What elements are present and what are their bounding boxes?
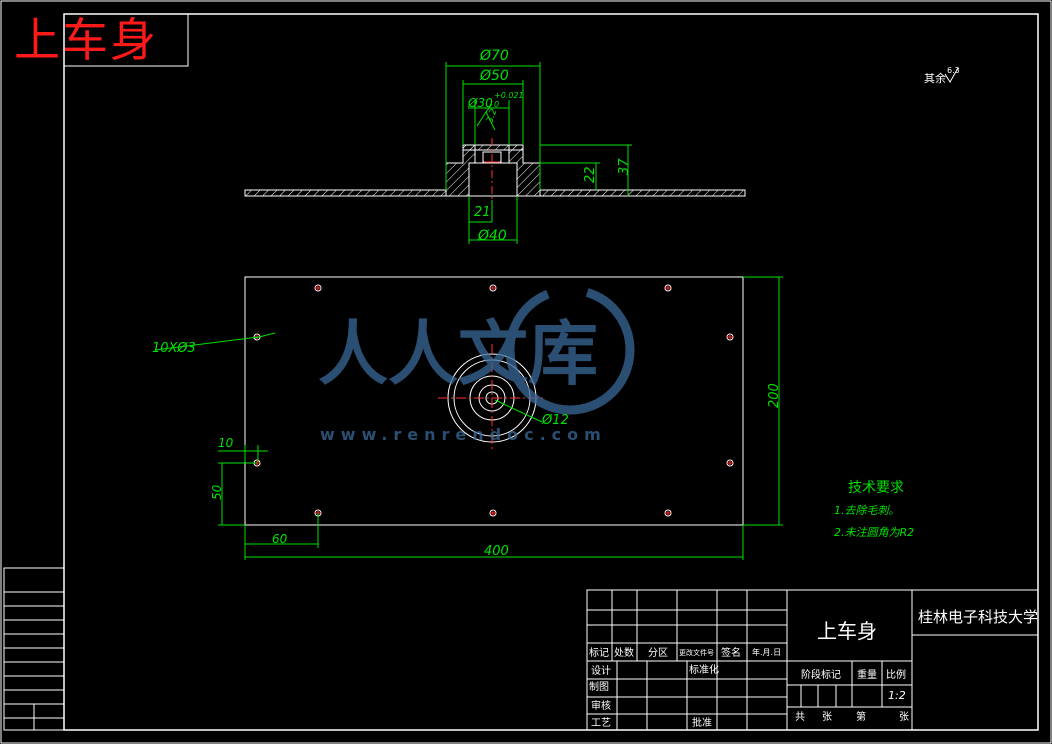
dim-h37: 37 bbox=[617, 158, 632, 175]
dim-200: 200 bbox=[767, 383, 782, 408]
title-corner-box bbox=[63, 13, 189, 67]
tb-school: 桂林电子科技大学 bbox=[918, 608, 1038, 626]
tb-h-change: 更改文件号 bbox=[679, 648, 714, 657]
tb-h-mark: 标记 bbox=[589, 647, 609, 659]
surface-finish-note: 其余 bbox=[924, 71, 946, 85]
tb-scale-label: 比例 bbox=[886, 668, 906, 681]
tb-scale-value: 1:2 bbox=[888, 689, 906, 702]
tb-design: 设计 bbox=[591, 664, 611, 677]
tb-h-date: 年.月.日 bbox=[752, 647, 781, 657]
tech-req-title: 技术要求 bbox=[848, 480, 904, 496]
watermark-text: 人人文库 bbox=[318, 312, 598, 395]
dim-d70: Ø70 bbox=[479, 48, 509, 64]
tb-h-count: 处数 bbox=[614, 646, 634, 659]
tb-process: 工艺 bbox=[591, 717, 611, 729]
tb-page: 第 bbox=[856, 710, 866, 723]
surface-finish-value: 6.3 bbox=[947, 66, 960, 75]
dim-50: 50 bbox=[210, 484, 224, 500]
watermark: 人人文库 www.renrendoc.com bbox=[318, 285, 635, 444]
section-view bbox=[244, 138, 746, 205]
tb-review: 审核 bbox=[591, 699, 611, 712]
left-margin-table bbox=[3, 567, 65, 731]
tb-stage-mark: 阶段标记 bbox=[801, 668, 841, 681]
dim-400: 400 bbox=[484, 544, 509, 559]
tb-standardization: 标准化 bbox=[689, 663, 719, 676]
dim-holes: 10XØ3 bbox=[152, 341, 196, 356]
tb-h-zone: 分区 bbox=[648, 647, 668, 659]
tb-weight: 重量 bbox=[857, 668, 877, 681]
dim-h21: 21 bbox=[474, 205, 491, 220]
tb-sheet: 张 bbox=[822, 711, 832, 723]
tech-req-item-1: 1.去除毛刺。 bbox=[834, 504, 900, 517]
dim-d50: Ø50 bbox=[479, 68, 509, 84]
dim-60: 60 bbox=[272, 532, 288, 546]
dim-10: 10 bbox=[218, 436, 234, 450]
tb-approve: 批准 bbox=[692, 716, 712, 729]
watermark-url: www.renrendoc.com bbox=[320, 425, 607, 444]
tech-req-item-2: 2.未注圆角为R2 bbox=[834, 526, 914, 539]
dim-d40: Ø40 bbox=[477, 228, 507, 244]
engineering-drawing: Ø70 Ø50 Ø30 +0.021 0 3.2 37 22 21 Ø40 其余… bbox=[0, 0, 1052, 744]
tb-h-sign: 签名 bbox=[721, 646, 741, 659]
tb-total: 共 bbox=[795, 711, 805, 723]
dim-d30-tol: +0.021 bbox=[494, 91, 524, 100]
tb-sheet2: 张 bbox=[899, 711, 909, 723]
tb-part-name: 上车身 bbox=[817, 619, 877, 643]
dim-h22: 22 bbox=[583, 166, 598, 183]
dim-d30-tol2: 0 bbox=[494, 100, 499, 109]
tb-drafting: 制图 bbox=[589, 680, 609, 693]
